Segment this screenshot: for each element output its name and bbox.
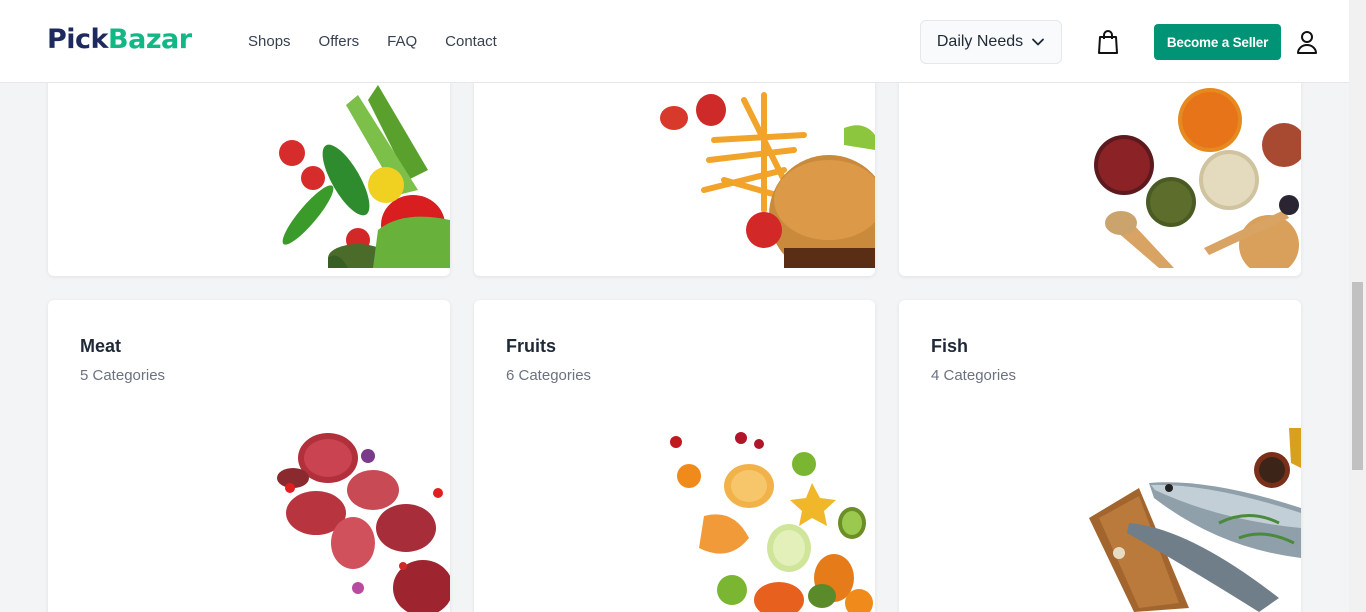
category-card-fish[interactable]: Fish 4 Categories bbox=[899, 300, 1301, 612]
shop-type-select[interactable]: Daily Needs bbox=[920, 20, 1062, 64]
main-nav: Shops Offers FAQ Contact bbox=[248, 0, 497, 83]
nav-contact[interactable]: Contact bbox=[445, 33, 497, 50]
page-scrollbar[interactable] bbox=[1349, 0, 1366, 612]
category-card-vegetables[interactable] bbox=[48, 60, 450, 276]
logo-part1: Pick bbox=[47, 24, 109, 55]
category-title: Meat bbox=[80, 336, 122, 356]
nav-faq[interactable]: FAQ bbox=[387, 33, 417, 50]
fruits-image bbox=[670, 432, 873, 612]
shopping-bag-icon bbox=[1098, 30, 1118, 54]
category-card-snacks[interactable] bbox=[474, 60, 875, 276]
shop-type-label: Daily Needs bbox=[936, 33, 1024, 50]
meat-image bbox=[277, 433, 450, 612]
category-count: 5 Categories bbox=[80, 367, 166, 384]
fish-image bbox=[1089, 428, 1301, 612]
pulses-image bbox=[1094, 88, 1301, 268]
category-card-pulses[interactable] bbox=[899, 60, 1301, 276]
snacks-image bbox=[660, 92, 875, 268]
nav-offers[interactable]: Offers bbox=[319, 33, 360, 50]
vegetables-image bbox=[279, 85, 450, 268]
become-seller-button[interactable]: Become a Seller bbox=[1154, 24, 1281, 60]
nav-shops[interactable]: Shops bbox=[248, 33, 291, 50]
site-header: PickBazar Shops Offers FAQ Contact Daily… bbox=[0, 0, 1349, 83]
category-count: 4 Categories bbox=[931, 367, 1017, 384]
category-title: Fish bbox=[931, 336, 969, 356]
category-card-meat[interactable]: Meat 5 Categories bbox=[48, 300, 450, 612]
user-button[interactable] bbox=[1295, 29, 1319, 55]
chevron-down-icon bbox=[1032, 38, 1045, 46]
category-count: 6 Categories bbox=[506, 367, 592, 384]
category-card-fruits[interactable]: Fruits 6 Categories bbox=[474, 300, 875, 612]
cart-button[interactable] bbox=[1096, 29, 1120, 55]
logo-part2: Bazar bbox=[108, 24, 192, 55]
scrollbar-thumb[interactable] bbox=[1352, 282, 1363, 470]
user-icon bbox=[1297, 31, 1317, 54]
category-title: Fruits bbox=[506, 336, 557, 356]
logo[interactable]: PickBazar bbox=[47, 24, 192, 55]
